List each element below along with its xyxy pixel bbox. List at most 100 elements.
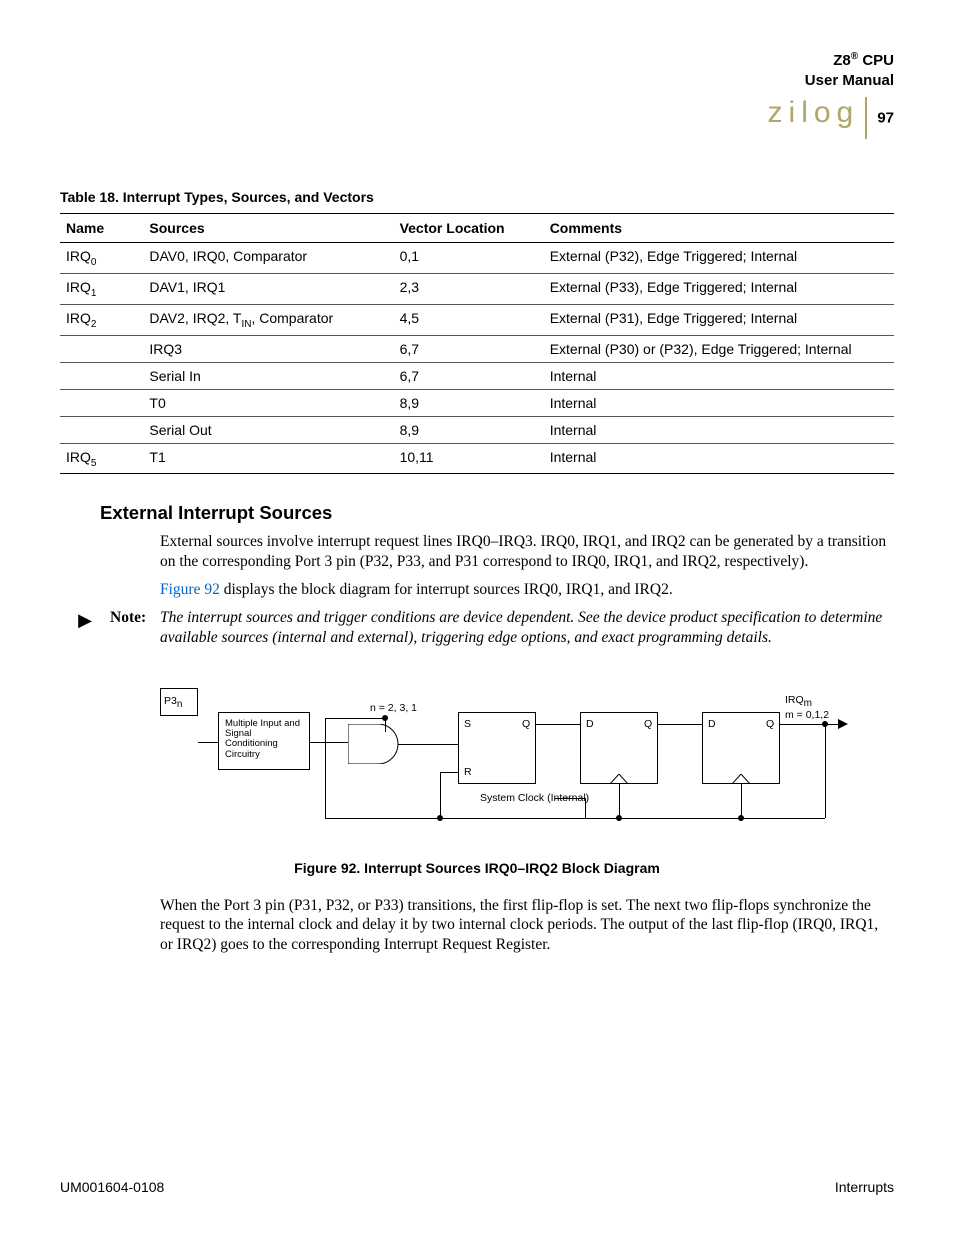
cell: Internal xyxy=(544,443,894,474)
clock-input-icon xyxy=(732,774,750,784)
cell-post: , Comparator xyxy=(251,310,333,326)
wire xyxy=(325,718,326,818)
table-row: T0 8,9 Internal xyxy=(60,389,894,416)
cell: IRQ xyxy=(66,279,91,295)
note-block: ▶ Note: The interrupt sources and trigge… xyxy=(60,608,894,648)
q-label: Q xyxy=(522,718,530,730)
cell: IRQ3 xyxy=(143,335,393,362)
title-line2: User Manual xyxy=(805,72,894,89)
wire xyxy=(619,784,620,818)
wire xyxy=(585,798,586,818)
paragraph: When the Port 3 pin (P31, P32, or P33) t… xyxy=(160,896,894,955)
wire xyxy=(398,744,458,745)
wire xyxy=(440,772,458,773)
col-sources: Sources xyxy=(143,214,393,243)
wire xyxy=(440,772,441,818)
cell: 4,5 xyxy=(394,304,544,335)
cell: External (P33), Edge Triggered; Internal xyxy=(544,273,894,304)
table-row: Serial Out 8,9 Internal xyxy=(60,416,894,443)
figure-link[interactable]: Figure 92 xyxy=(160,581,220,598)
m-label: m = 0,1,2 xyxy=(785,709,829,721)
wire xyxy=(658,724,702,725)
wire xyxy=(555,798,585,799)
wire xyxy=(325,718,385,719)
cell: Serial In xyxy=(143,362,393,389)
page-footer: UM001604-0108 Interrupts xyxy=(60,1179,894,1195)
figure-92: P3n Multiple Input and Signal Conditioni… xyxy=(160,688,860,848)
col-name: Name xyxy=(60,214,143,243)
table-row: IRQ1 DAV1, IRQ1 2,3 External (P33), Edge… xyxy=(60,273,894,304)
cell: T1 xyxy=(143,443,393,474)
wire xyxy=(825,724,826,818)
col-comments: Comments xyxy=(544,214,894,243)
clock-input-icon xyxy=(610,774,628,784)
q-label: Q xyxy=(766,718,774,730)
section-heading: External Interrupt Sources xyxy=(100,502,894,524)
s-label: S xyxy=(464,718,471,730)
cell: Serial Out xyxy=(143,416,393,443)
p3-box: P3n xyxy=(160,688,198,716)
irq-out-label: IRQm m = 0,1,2 xyxy=(785,694,829,721)
cell-sub: 5 xyxy=(91,457,97,468)
paragraph: Figure 92 displays the block diagram for… xyxy=(160,580,894,600)
wire xyxy=(780,724,840,725)
wire xyxy=(536,724,580,725)
irq-text: IRQ xyxy=(785,694,804,706)
cell: 0,1 xyxy=(394,243,544,274)
conditioning-box: Multiple Input and Signal Conditioning C… xyxy=(218,712,310,770)
note-icon: ▶ xyxy=(60,608,110,648)
cell-sub: IN xyxy=(241,319,251,330)
arrow-icon xyxy=(838,719,848,729)
logo-row: zilog 97 xyxy=(768,96,894,139)
table-caption: Table 18. Interrupt Types, Sources, and … xyxy=(60,189,894,205)
wire xyxy=(198,742,218,743)
interrupt-table: Name Sources Vector Location Comments IR… xyxy=(60,213,894,474)
wire xyxy=(385,718,386,732)
col-vector: Vector Location xyxy=(394,214,544,243)
cell-sub: 1 xyxy=(91,288,97,299)
note-label: Note: xyxy=(110,608,160,648)
table-row: Serial In 6,7 Internal xyxy=(60,362,894,389)
page-number: 97 xyxy=(877,110,894,127)
cell: 6,7 xyxy=(394,335,544,362)
cell: External (P31), Edge Triggered; Internal xyxy=(544,304,894,335)
cell: IRQ xyxy=(66,310,91,326)
cell: Internal xyxy=(544,389,894,416)
table-row: IRQ2 DAV2, IRQ2, TIN, Comparator 4,5 Ext… xyxy=(60,304,894,335)
figure-caption: Figure 92. Interrupt Sources IRQ0–IRQ2 B… xyxy=(60,860,894,876)
wire xyxy=(741,784,742,818)
zilog-logo: zilog xyxy=(768,96,860,130)
cell-pre: DAV2, IRQ2, T xyxy=(149,310,241,326)
footer-left: UM001604-0108 xyxy=(60,1179,164,1195)
cell: 10,11 xyxy=(394,443,544,474)
cell: 8,9 xyxy=(394,416,544,443)
logo-divider xyxy=(865,97,867,139)
doc-title: Z8® CPU User Manual xyxy=(60,50,894,90)
q-label: Q xyxy=(644,718,652,730)
cell: Internal xyxy=(544,416,894,443)
wire xyxy=(310,742,348,743)
cell: 8,9 xyxy=(394,389,544,416)
cell: DAV2, IRQ2, TIN, Comparator xyxy=(143,304,393,335)
title-suffix: CPU xyxy=(858,52,894,69)
cell: 2,3 xyxy=(394,273,544,304)
table-row: IRQ3 6,7 External (P30) or (P32), Edge T… xyxy=(60,335,894,362)
paragraph: External sources involve interrupt reque… xyxy=(160,532,894,572)
cell: DAV0, IRQ0, Comparator xyxy=(143,243,393,274)
wire xyxy=(325,818,825,819)
text-span: displays the block diagram for interrupt… xyxy=(220,581,673,598)
node-dot xyxy=(616,815,622,821)
cell: Internal xyxy=(544,362,894,389)
cell-sub: 2 xyxy=(91,319,97,330)
cell: IRQ xyxy=(66,248,91,264)
cell: DAV1, IRQ1 xyxy=(143,273,393,304)
cell: External (P32), Edge Triggered; Internal xyxy=(544,243,894,274)
cell: IRQ xyxy=(66,449,91,465)
n-label: n = 2, 3, 1 xyxy=(370,702,417,714)
r-label: R xyxy=(464,766,472,778)
table-row: IRQ5 T1 10,11 Internal xyxy=(60,443,894,474)
note-body: The interrupt sources and trigger condit… xyxy=(160,608,894,648)
p3-sub: n xyxy=(177,699,183,710)
cell-sub: 0 xyxy=(91,257,97,268)
cell: External (P30) or (P32), Edge Triggered;… xyxy=(544,335,894,362)
